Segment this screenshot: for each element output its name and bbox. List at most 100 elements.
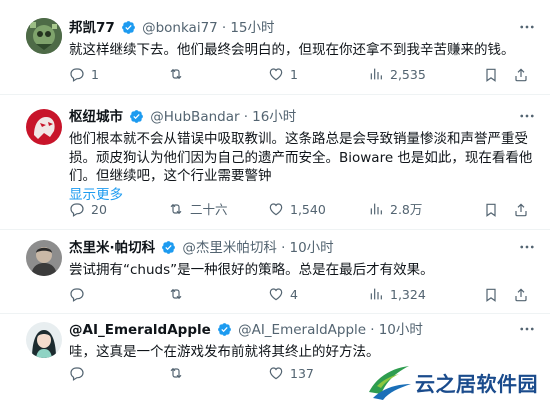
tweet-actions: 1 1 2,535	[69, 66, 540, 84]
like-count: 1	[290, 67, 298, 82]
retweet-count: 二十六	[190, 202, 228, 217]
views-button[interactable]: 2.8万	[368, 201, 422, 219]
tweet-text: 他们根本就不会从错误中吸取教训。这条路总是会导致销量惨淡和声誉严重受 损。顽皮狗…	[69, 130, 542, 186]
reply-button[interactable]	[69, 286, 91, 304]
bookmark-button[interactable]	[483, 66, 499, 84]
reply-count: 20	[91, 202, 107, 217]
views-chart-icon	[370, 203, 382, 215]
share-button[interactable]	[513, 66, 529, 84]
tweet[interactable]: 邦凯77 @bonkai77 · 15小时 就这样继续下去。他们最终会明白的，但…	[0, 0, 550, 95]
retweet-icon	[170, 288, 182, 300]
like-count: 1,540	[290, 202, 326, 217]
more-options-icon[interactable]	[518, 107, 536, 125]
display-name[interactable]: 枢纽城市	[69, 109, 123, 125]
reply-count: 1	[91, 67, 99, 82]
bookmark-icon	[486, 68, 496, 82]
user-handle[interactable]: @HubBandar	[150, 109, 239, 125]
views-count: 1,324	[390, 287, 426, 302]
reply-icon	[70, 288, 84, 302]
verified-badge-icon	[121, 20, 136, 35]
user-handle[interactable]: @杰里米帕切科	[182, 240, 277, 256]
share-icon	[515, 68, 527, 82]
reply-icon	[70, 367, 84, 381]
timestamp[interactable]: 10小时	[290, 240, 334, 256]
retweet-icon	[170, 203, 182, 215]
retweet-button[interactable]	[168, 365, 190, 383]
tweet-header: 枢纽城市 @HubBandar · 16小时	[69, 107, 542, 127]
tweet-text: 就这样继续下去。他们最终会明白的，但现在你还拿不到我辛苦赚来的钱。	[69, 41, 542, 60]
verified-badge-icon	[217, 322, 232, 337]
views-chart-icon	[370, 288, 382, 300]
views-count: 2,535	[390, 67, 426, 82]
views-button[interactable]: 1,324	[368, 286, 426, 304]
display-name[interactable]: 杰里米·帕切科	[69, 240, 155, 256]
bookmark-icon	[486, 288, 496, 302]
like-button[interactable]: 4	[268, 286, 298, 304]
timestamp[interactable]: 16小时	[252, 109, 296, 125]
more-options-icon[interactable]	[518, 238, 536, 256]
retweet-button[interactable]	[168, 286, 190, 304]
heart-icon	[269, 203, 283, 216]
tweet-feed: 邦凯77 @bonkai77 · 15小时 就这样继续下去。他们最终会明白的，但…	[0, 0, 550, 404]
like-button[interactable]: 1,540	[268, 201, 326, 219]
tweet-header: @AI_EmeraldApple @AI_EmeraldApple · 10小时	[69, 320, 542, 340]
reply-icon	[70, 68, 84, 82]
avatar[interactable]	[26, 322, 62, 358]
tweet-text-line: 就这样继续下去。他们最终会明白的，但现在你还拿不到我辛苦赚来的钱。	[69, 42, 515, 58]
tweet-actions: 20 二十六 1,540 2.8万	[69, 201, 540, 219]
retweet-button[interactable]: 二十六	[168, 201, 228, 219]
display-name[interactable]: @AI_EmeraldApple	[69, 322, 211, 338]
share-icon	[515, 203, 527, 217]
avatar[interactable]	[26, 109, 62, 145]
reply-button[interactable]: 1	[69, 66, 99, 84]
tweet-text-line: 们。但继续吧，这个行业需要警钟	[69, 168, 272, 184]
display-name[interactable]: 邦凯77	[69, 20, 115, 36]
user-handle[interactable]: @bonkai77	[142, 20, 218, 36]
reply-button[interactable]	[69, 365, 91, 383]
reply-button[interactable]: 20	[69, 201, 107, 219]
like-button[interactable]: 137	[268, 365, 314, 383]
tweet-text-line: 损。顽皮狗认为他们因为自己的遗产而安全。Bioware 也是如此，现在看看他	[69, 149, 533, 166]
heart-icon	[269, 68, 283, 81]
retweet-icon	[170, 68, 182, 80]
like-button[interactable]: 1	[268, 66, 298, 84]
more-options-icon[interactable]	[518, 18, 536, 36]
retweet-button[interactable]	[168, 66, 190, 84]
heart-icon	[269, 288, 283, 301]
share-icon	[515, 288, 527, 302]
watermark-logo-icon	[369, 366, 411, 400]
separator-dot: ·	[281, 240, 286, 256]
views-button[interactable]: 2,535	[368, 66, 426, 84]
more-options-icon[interactable]	[518, 320, 536, 338]
bookmark-icon	[486, 203, 496, 217]
avatar[interactable]	[26, 18, 62, 54]
verified-badge-icon	[161, 240, 176, 255]
tweet-text-line: 尝试拥有“chuds”是一种很好的策略。总是在最后才有效果。	[69, 262, 434, 278]
tweet[interactable]: 枢纽城市 @HubBandar · 16小时 他们根本就不会从错误中吸取教训。这…	[0, 95, 550, 230]
like-count: 137	[290, 366, 314, 381]
bookmark-button[interactable]	[483, 286, 499, 304]
timestamp[interactable]: 10小时	[379, 322, 423, 338]
tweet-actions: 4 1,324	[69, 286, 540, 304]
heart-icon	[269, 367, 283, 380]
tweet-header: 邦凯77 @bonkai77 · 15小时	[69, 18, 542, 38]
timestamp[interactable]: 15小时	[230, 20, 274, 36]
avatar[interactable]	[26, 240, 62, 276]
separator-dot: ·	[221, 20, 227, 36]
share-button[interactable]	[513, 201, 529, 219]
tweet-header: 杰里米·帕切科 @杰里米帕切科 · 10小时	[69, 238, 542, 258]
tweet[interactable]: 杰里米·帕切科 @杰里米帕切科 · 10小时 尝试拥有“chuds”是一种很好的…	[0, 230, 550, 314]
tweet-text: 尝试拥有“chuds”是一种很好的策略。总是在最后才有效果。	[69, 261, 542, 280]
like-count: 4	[290, 287, 298, 302]
views-chart-icon	[370, 68, 382, 80]
tweet-text-line: 他们根本就不会从错误中吸取教训。这条路总是会导致销量惨淡和声誉严重受	[69, 131, 528, 147]
separator-dot: ·	[243, 109, 248, 125]
watermark: 云之居软件园	[363, 356, 550, 404]
user-handle[interactable]: @AI_EmeraldApple	[238, 322, 366, 338]
watermark-text: 云之居软件园	[415, 372, 538, 396]
separator-dot: ·	[370, 322, 375, 338]
share-button[interactable]	[513, 286, 529, 304]
reply-icon	[70, 203, 84, 217]
views-count: 2.8万	[390, 202, 423, 217]
bookmark-button[interactable]	[483, 201, 499, 219]
